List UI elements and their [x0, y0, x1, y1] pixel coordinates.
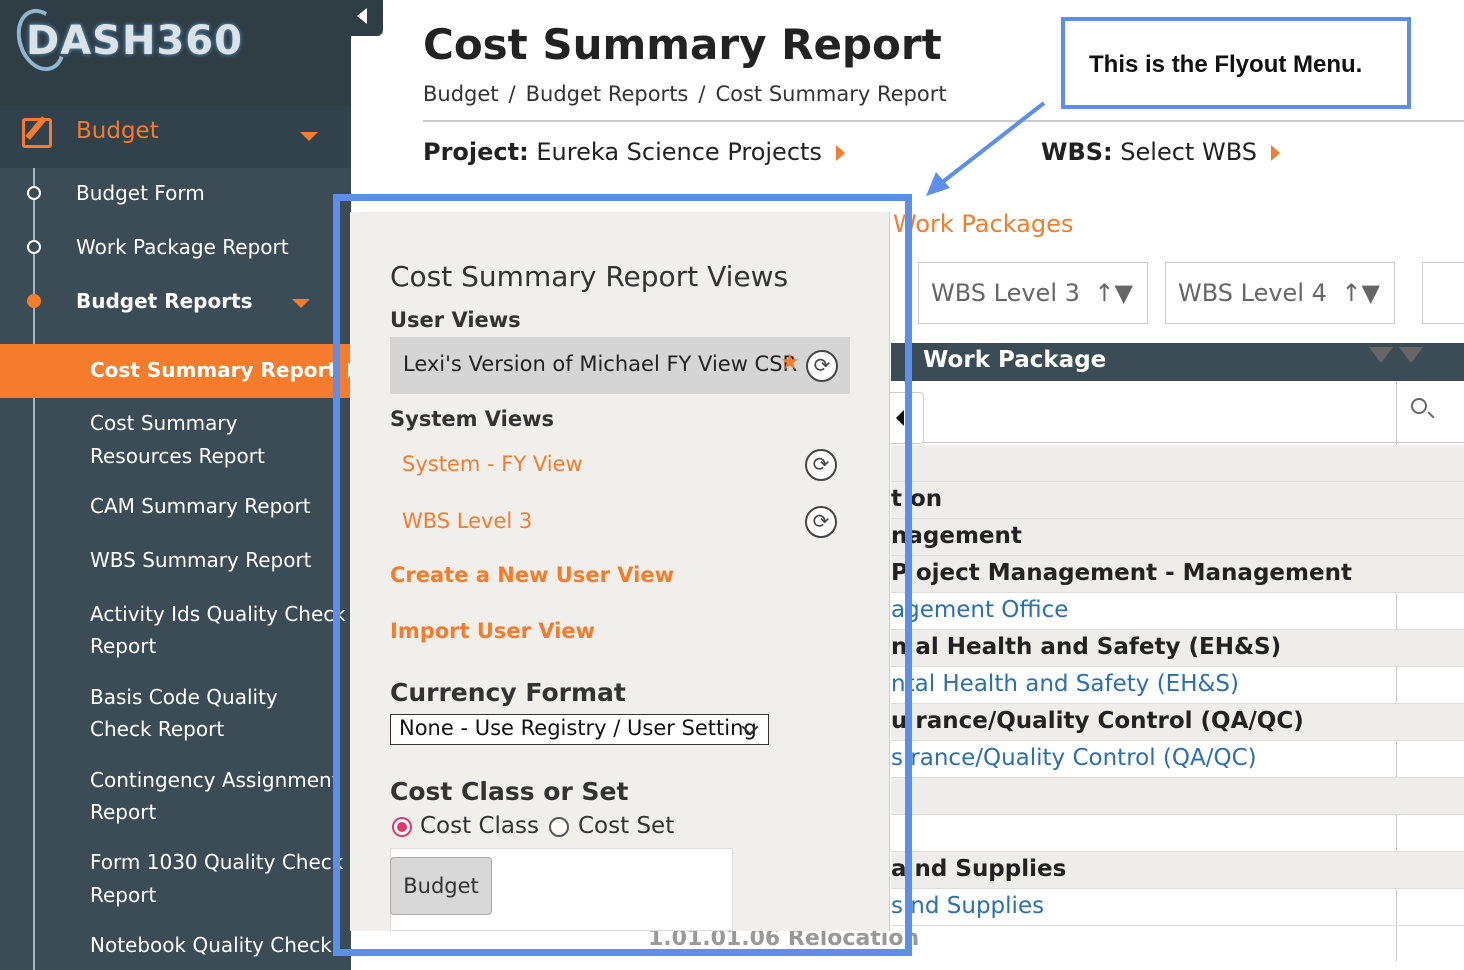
- table-row[interactable]: a nd Supplies: [891, 852, 1464, 889]
- table-row[interactable]: n al Health and Safety (EH&S): [891, 630, 1464, 667]
- table-cell: s rance/Quality Control (QA/QC): [891, 745, 1257, 771]
- sidebar-collapse-button[interactable]: [351, 0, 383, 36]
- chevron-down-icon: [300, 132, 318, 141]
- table-row[interactable]: [891, 815, 1464, 852]
- breadcrumb-separator: /: [508, 82, 516, 106]
- wbs-level-4-button[interactable]: WBS Level 4 ↑▼: [1165, 262, 1395, 324]
- caret-right-icon: [835, 145, 845, 161]
- sidebar-item-label: Budget: [76, 118, 159, 144]
- logo[interactable]: DASH360: [0, 0, 351, 106]
- table-row[interactable]: agement Office: [891, 593, 1464, 630]
- table-row[interactable]: t on: [891, 482, 1464, 519]
- table-row[interactable]: [891, 445, 1464, 482]
- sidebar-item-contingency[interactable]: Contingency Assignment: [90, 764, 350, 796]
- project-value: Eureka Science Projects: [536, 138, 822, 166]
- table-row[interactable]: s nd Supplies: [891, 889, 1464, 926]
- sidebar-item-cam-summary[interactable]: CAM Summary Report: [90, 490, 350, 522]
- page-title: Cost Summary Report: [423, 20, 942, 69]
- sidebar-item-activity-ids-2[interactable]: Report: [90, 630, 350, 662]
- table-row[interactable]: P oject Management - Management: [891, 556, 1464, 593]
- table-cell: agement Office: [891, 597, 1069, 623]
- sidebar-item-cost-summary-resources-2[interactable]: Resources Report: [90, 440, 350, 472]
- work-packages-link[interactable]: Work Packages: [893, 210, 1073, 238]
- chevron-down-icon: [292, 299, 310, 308]
- table-cell: n al Health and Safety (EH&S): [891, 634, 1282, 660]
- tree-node-icon: [27, 186, 41, 200]
- wbs-level-3-button[interactable]: WBS Level 3 ↑▼: [918, 262, 1148, 324]
- sidebar-item-label: Cost Summary Report: [90, 358, 337, 382]
- wbs-level-4-label: WBS Level 4: [1178, 279, 1327, 307]
- table-cell: a nd Supplies: [891, 856, 1067, 882]
- breadcrumb: Budget / Budget Reports / Cost Summary Repor…: [423, 82, 947, 106]
- filter-icon[interactable]: [1369, 347, 1393, 363]
- logo-text: DASH360: [26, 18, 243, 64]
- sidebar-item-budget-reports[interactable]: Budget Reports: [76, 285, 253, 317]
- table-cell: P oject Management - Management: [891, 560, 1352, 586]
- sidebar-item-budget[interactable]: Budget: [0, 106, 351, 168]
- sort-filter-icon: ↑▼: [1341, 279, 1380, 307]
- sidebar-item-form-1030[interactable]: Form 1030 Quality Check: [90, 846, 350, 878]
- wbs-level-3-label: WBS Level 3: [931, 279, 1080, 307]
- column-header-work-package[interactable]: Work Package: [923, 347, 1106, 373]
- grid-header: Work Package: [891, 343, 1464, 381]
- table-cell: u rance/Quality Control (QA/QC): [891, 708, 1304, 734]
- table-row[interactable]: [891, 778, 1464, 815]
- breadcrumb-separator: /: [698, 82, 706, 106]
- tree-node-icon: [27, 240, 41, 254]
- sort-filter-icon: ↑▼: [1094, 279, 1133, 307]
- sidebar-item-cost-summary-report[interactable]: Cost Summary Report: [0, 344, 351, 398]
- table-row[interactable]: s rance/Quality Control (QA/QC): [891, 741, 1464, 778]
- sidebar-item-form-1030-2[interactable]: Report: [90, 879, 350, 911]
- project-label: Project:: [423, 138, 529, 166]
- chevron-left-icon: [357, 8, 367, 24]
- breadcrumb-item-budget-reports[interactable]: Budget Reports: [526, 82, 689, 106]
- table-row[interactable]: u rance/Quality Control (QA/QC): [891, 704, 1464, 741]
- table-cell: ntal Health and Safety (EH&S): [891, 671, 1239, 697]
- wbs-value: Select WBS: [1120, 138, 1257, 166]
- sidebar-item-budget-form[interactable]: Budget Form: [76, 177, 205, 209]
- sidebar-item-cost-summary-resources[interactable]: Cost Summary: [90, 407, 350, 439]
- tree-line: [33, 318, 35, 970]
- divider: [423, 120, 1464, 122]
- tree-node-icon: [27, 294, 41, 308]
- project-selector[interactable]: Project: Eureka Science Projects: [423, 138, 845, 166]
- search-icon[interactable]: [1411, 398, 1427, 414]
- sidebar: DASH360 Budget Budget Form Work Package …: [0, 0, 351, 970]
- sidebar-item-wbs-summary[interactable]: WBS Summary Report: [90, 544, 350, 576]
- sidebar-item-basis-code[interactable]: Basis Code Quality: [90, 681, 350, 713]
- table-cell: s nd Supplies: [891, 893, 1045, 919]
- sidebar-item-contingency-2[interactable]: Report: [90, 796, 350, 828]
- sidebar-item-basis-code-2[interactable]: Check Report: [90, 713, 350, 745]
- table-row[interactable]: ntal Health and Safety (EH&S): [891, 667, 1464, 704]
- filter-icon[interactable]: [1399, 347, 1423, 363]
- breadcrumb-item-budget[interactable]: Budget: [423, 82, 499, 106]
- breadcrumb-item-current: Cost Summary Report: [715, 82, 947, 106]
- sidebar-item-notebook[interactable]: Notebook Quality Check: [90, 929, 350, 961]
- edit-icon: [22, 118, 52, 148]
- flyout-highlight-frame: [333, 194, 912, 956]
- flyout-callout: This is the Flyout Menu.: [1061, 17, 1411, 109]
- grid-search-row: [891, 381, 1464, 443]
- sidebar-item-activity-ids[interactable]: Activity Ids Quality Check: [90, 598, 350, 630]
- wbs-selector[interactable]: WBS: Select WBS: [1041, 138, 1280, 166]
- columns-icon[interactable]: [1422, 262, 1464, 324]
- table-row[interactable]: nagement: [891, 519, 1464, 556]
- wbs-label: WBS:: [1041, 138, 1113, 166]
- caret-right-icon: [1270, 145, 1280, 161]
- sidebar-item-work-package-report[interactable]: Work Package Report: [76, 231, 289, 263]
- callout-text: This is the Flyout Menu.: [1089, 51, 1363, 78]
